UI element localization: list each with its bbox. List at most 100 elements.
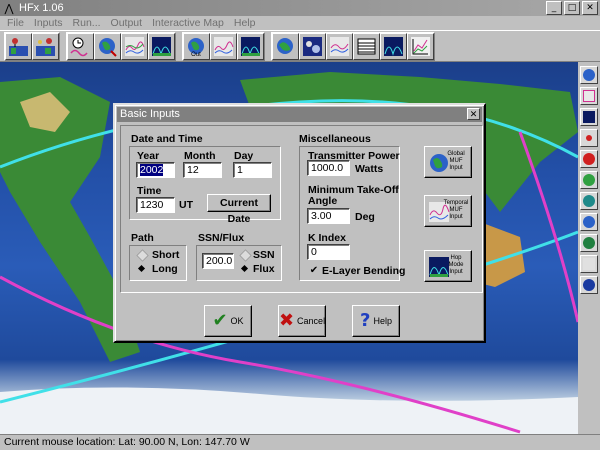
hop-map-icon (583, 111, 595, 123)
x-icon: ✖ (278, 310, 295, 331)
sidebar-button-globe[interactable] (580, 192, 598, 210)
global-muf-input-button[interactable]: Global MUF Input (424, 146, 472, 178)
basic-inputs-dialog: Basic Inputs ✕ Date and Time Year 2002 M… (113, 103, 486, 343)
path-long-radio[interactable] (137, 264, 146, 273)
terminator-icon (583, 237, 595, 249)
ok-button[interactable]: ✔ OK (204, 305, 252, 337)
status-bar: Current mouse location: Lat: 90.00 N, Lo… (0, 434, 600, 450)
info-icon (583, 279, 595, 291)
hop-map-icon (152, 36, 171, 56)
ssn-flux-input[interactable]: 200.0 (202, 253, 234, 269)
cancel-button[interactable]: ✖ Cancel (278, 305, 326, 337)
flux-label: Flux (253, 263, 275, 275)
month-label: Month (184, 150, 216, 162)
toolbar-group-output: Out (182, 31, 265, 61)
table-icon (357, 38, 376, 54)
sidebar-button-graph[interactable] (580, 87, 598, 105)
pencil-icon (583, 258, 595, 270)
menu-help[interactable]: Help (229, 17, 261, 29)
right-toolbar (578, 62, 600, 434)
toolbar-group-inputs (4, 31, 60, 61)
close-button[interactable]: ✕ (582, 1, 598, 15)
menu-run[interactable]: Run... (68, 17, 106, 29)
sidebar-button-terminator[interactable] (580, 234, 598, 252)
temporal-muf-input-button[interactable]: Temporal MUF Input (424, 195, 472, 227)
misc-heading: Miscellaneous (299, 133, 371, 145)
time-label: Time (137, 185, 162, 197)
menu-interactive-map[interactable]: Interactive Map (147, 17, 229, 29)
toolbar-button-time[interactable] (67, 32, 94, 60)
globe-icon (583, 195, 595, 207)
minimize-button[interactable]: _ (546, 1, 562, 15)
transmitter-power-input[interactable]: 1000.0 (307, 160, 350, 176)
hop-map-icon (384, 36, 403, 56)
toolbar-button-chart[interactable] (407, 32, 434, 60)
sidebar-button-map[interactable] (580, 66, 598, 84)
cancel-label: Cancel (297, 316, 326, 326)
toolbar-button-hop[interactable] (148, 32, 175, 60)
toolbar-button-output-hop[interactable] (237, 32, 264, 60)
sidebar-button-zoom[interactable] (580, 171, 598, 189)
e-layer-checkbox[interactable]: ✔ (309, 266, 319, 276)
date-time-heading: Date and Time (131, 133, 203, 145)
ssn-flux-heading: SSN/Flux (198, 232, 245, 244)
toolbar-group-view (271, 31, 435, 61)
menu-file[interactable]: File (2, 17, 29, 29)
sidebar-button-path[interactable] (580, 129, 598, 147)
toolbar-button-tx-input[interactable] (5, 32, 32, 60)
toolbar-button-global[interactable] (94, 32, 121, 60)
toolbar: Out (0, 30, 600, 62)
hop-mode-caption: Hop Mode Input (448, 255, 464, 275)
graph-icon (214, 36, 234, 56)
sidebar-button-world[interactable] (580, 213, 598, 231)
menu-inputs[interactable]: Inputs (29, 17, 68, 29)
toolbar-button-plot[interactable] (326, 32, 353, 60)
k-index-input[interactable]: 0 (307, 244, 350, 260)
toolbar-button-satellite[interactable] (299, 32, 326, 60)
toolbar-button-temporal[interactable] (121, 32, 148, 60)
power-unit-label: Watts (355, 163, 384, 175)
time-unit-label: UT (179, 199, 193, 211)
sidebar-button-draw[interactable] (580, 255, 598, 273)
toolbar-button-rx-input[interactable] (32, 32, 59, 60)
dialog-close-button[interactable]: ✕ (467, 108, 480, 120)
hop-mode-input-button[interactable]: Hop Mode Input (424, 250, 472, 282)
toolbar-button-table[interactable] (353, 32, 380, 60)
sidebar-button-marker[interactable] (580, 150, 598, 168)
globe-icon (583, 69, 595, 81)
sidebar-button-hop[interactable] (580, 108, 598, 126)
day-input[interactable]: 1 (233, 162, 272, 178)
toolbar-group-run (66, 31, 176, 61)
maximize-button[interactable]: □ (564, 1, 580, 15)
globe-icon (277, 37, 293, 54)
line-chart-icon (411, 36, 430, 56)
help-button[interactable]: ? Help (352, 305, 400, 337)
dialog-inputs-area: Date and Time Year 2002 Month 12 Day 1 T… (120, 125, 483, 293)
toolbar-button-output-global[interactable]: Out (183, 32, 210, 60)
checkmark-icon: ✔ (212, 310, 228, 331)
menu-output[interactable]: Output (106, 17, 148, 29)
time-input[interactable]: 1230 (136, 197, 175, 213)
dialog-title-bar: Basic Inputs ✕ (117, 107, 482, 122)
path-icon (586, 135, 592, 141)
flux-radio[interactable] (240, 264, 249, 273)
hop-map-icon (241, 36, 260, 56)
month-input[interactable]: 12 (183, 162, 222, 178)
app-icon[interactable]: ⋀ (2, 1, 16, 15)
year-input[interactable]: 2002 (136, 162, 175, 178)
toolbar-button-hop-view[interactable] (380, 32, 407, 60)
takeoff-angle-input[interactable]: 3.00 (307, 208, 350, 224)
title-bar: ⋀ HFx 1.06 _ □ ✕ (0, 0, 600, 16)
current-date-button[interactable]: Current Date (207, 194, 271, 225)
graph-icon (583, 90, 595, 102)
angle-unit-label: Deg (355, 211, 375, 223)
toolbar-button-map[interactable] (272, 32, 299, 60)
temporal-muf-caption: Temporal MUF Input (443, 200, 469, 220)
toolbar-button-output-temporal[interactable] (210, 32, 237, 60)
sidebar-button-info[interactable] (580, 276, 598, 294)
dialog-title: Basic Inputs (120, 108, 180, 120)
takeoff-angle-label-2: Angle (308, 195, 338, 207)
global-muf-caption: Global MUF Input (447, 151, 465, 171)
year-value: 2002 (140, 164, 164, 176)
year-label: Year (137, 150, 160, 162)
